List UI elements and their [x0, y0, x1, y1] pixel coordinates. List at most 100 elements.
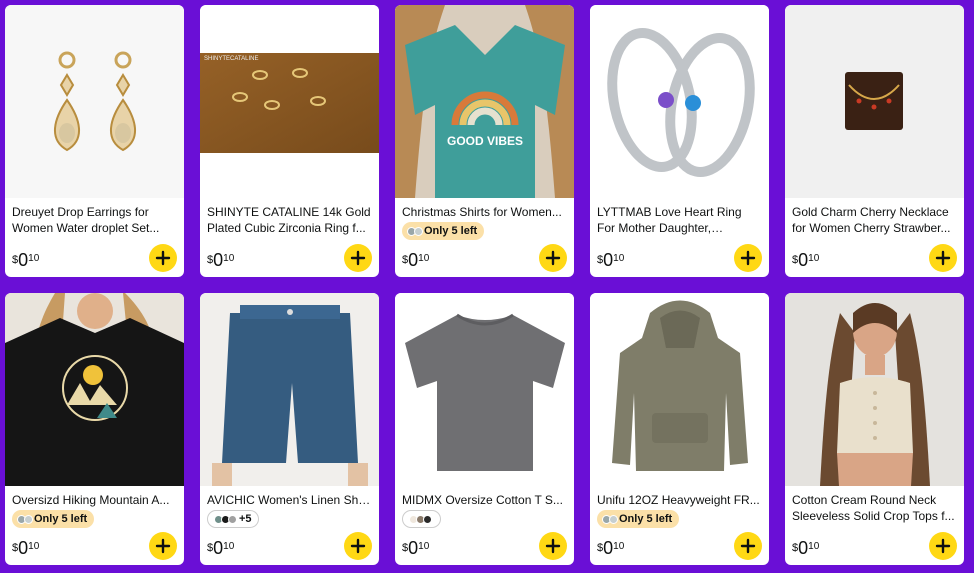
product-card[interactable]: Cotton Cream Round Neck Sleeveless Solid…	[785, 293, 964, 565]
product-price: $010	[207, 251, 234, 269]
product-image[interactable]	[785, 293, 964, 486]
price-whole: 0	[408, 538, 419, 558]
hoodie-image	[612, 300, 748, 471]
color-dots-icon	[602, 514, 618, 524]
add-to-cart-button[interactable]	[734, 244, 762, 272]
plus-icon	[935, 538, 951, 554]
product-image[interactable]	[5, 293, 184, 486]
product-image[interactable]	[200, 293, 379, 486]
more-colors-count: +5	[239, 513, 252, 525]
add-to-cart-button[interactable]	[539, 244, 567, 272]
badge-text: Only 5 left	[424, 225, 478, 237]
price-whole: 0	[18, 538, 29, 558]
rings-on-wood-image: SHINYTECATALINE	[200, 53, 379, 153]
product-title[interactable]: MIDMX Oversize Cotton T S...	[402, 492, 567, 508]
image-caption: SHINYTECATALINE	[204, 56, 258, 62]
product-card[interactable]: Oversizd Hiking Mountain A... Only 5 lef…	[5, 293, 184, 565]
product-image[interactable]: SHINYTECATALINE	[200, 5, 379, 198]
plus-icon	[740, 538, 756, 554]
price-fraction: 10	[613, 541, 625, 552]
price-whole: 0	[603, 538, 614, 558]
price-fraction: 10	[223, 253, 235, 264]
product-title[interactable]: Dreuyet Drop Earrings for Women Water dr…	[12, 204, 177, 236]
product-image[interactable]	[785, 5, 964, 198]
product-title[interactable]: Gold Charm Cherry Necklace for Women Che…	[792, 204, 957, 236]
product-price: $010	[402, 539, 429, 557]
price-fraction: 10	[418, 253, 430, 264]
add-to-cart-button[interactable]	[929, 244, 957, 272]
add-to-cart-button[interactable]	[734, 532, 762, 560]
product-title[interactable]: Christmas Shirts for Women...	[402, 204, 567, 220]
price-whole: 0	[603, 250, 614, 270]
product-price: $010	[12, 251, 39, 269]
product-image[interactable]	[395, 293, 574, 486]
good-vibes-tshirt-image: GOOD VIBES	[395, 5, 574, 198]
add-to-cart-button[interactable]	[929, 532, 957, 560]
plus-icon	[350, 250, 366, 266]
price-fraction: 10	[28, 541, 40, 552]
crop-top-image	[820, 303, 930, 486]
product-image[interactable]: GOOD VIBES	[395, 5, 574, 198]
product-card[interactable]: SHINYTECATALINE SHINYTE CATALINE 14k Gol…	[200, 5, 379, 277]
product-price: $010	[207, 539, 234, 557]
price-whole: 0	[18, 250, 29, 270]
product-card[interactable]: GOOD VIBES Christmas Shirts for Women...…	[395, 5, 574, 277]
color-dots-icon	[409, 514, 432, 524]
product-image[interactable]	[5, 5, 184, 198]
product-image[interactable]	[590, 5, 769, 198]
stock-badge: Only 5 left	[597, 510, 680, 528]
product-title[interactable]: AVICHIC Women's Linen Sho...	[207, 492, 372, 508]
badge-text: Only 5 left	[34, 513, 88, 525]
product-card[interactable]: Dreuyet Drop Earrings for Women Water dr…	[5, 5, 184, 277]
plus-icon	[545, 538, 561, 554]
product-card[interactable]: MIDMX Oversize Cotton T S... $010	[395, 293, 574, 565]
badge-text: Only 5 left	[619, 513, 673, 525]
color-swatch-group[interactable]	[402, 510, 441, 528]
product-price: $010	[792, 539, 819, 557]
image-text: GOOD VIBES	[447, 134, 523, 148]
plus-icon	[155, 538, 171, 554]
add-to-cart-button[interactable]	[344, 244, 372, 272]
plus-icon	[350, 538, 366, 554]
color-dots-icon	[17, 514, 33, 524]
price-whole: 0	[798, 250, 809, 270]
product-price: $010	[12, 539, 39, 557]
gray-tshirt-image	[405, 313, 565, 471]
plus-icon	[935, 250, 951, 266]
product-price: $010	[597, 539, 624, 557]
price-fraction: 10	[223, 541, 235, 552]
product-image[interactable]	[590, 293, 769, 486]
add-to-cart-button[interactable]	[149, 532, 177, 560]
product-title[interactable]: LYTTMAB Love Heart Ring For Mother Daugh…	[597, 204, 762, 236]
product-card[interactable]: Gold Charm Cherry Necklace for Women Che…	[785, 5, 964, 277]
product-card[interactable]: Unifu 12OZ Heavyweight FR... Only 5 left…	[590, 293, 769, 565]
heart-rings-image	[607, 28, 755, 177]
price-fraction: 10	[808, 541, 820, 552]
color-swatch-group[interactable]: +5	[207, 510, 259, 528]
product-price: $010	[597, 251, 624, 269]
price-fraction: 10	[613, 253, 625, 264]
product-title[interactable]: Cotton Cream Round Neck Sleeveless Solid…	[792, 492, 957, 524]
cherry-necklace-image	[845, 72, 903, 130]
product-price: $010	[792, 251, 819, 269]
plus-icon	[155, 250, 171, 266]
price-whole: 0	[213, 250, 224, 270]
price-whole: 0	[408, 250, 419, 270]
product-price: $010	[402, 251, 429, 269]
product-card[interactable]: AVICHIC Women's Linen Sho... +5 $010	[200, 293, 379, 565]
add-to-cart-button[interactable]	[344, 532, 372, 560]
color-dots-icon	[407, 226, 423, 236]
price-fraction: 10	[808, 253, 820, 264]
product-title[interactable]: Unifu 12OZ Heavyweight FR...	[597, 492, 762, 508]
add-to-cart-button[interactable]	[539, 532, 567, 560]
linen-shorts-image	[212, 305, 368, 486]
earrings-image	[53, 51, 137, 152]
product-card[interactable]: LYTTMAB Love Heart Ring For Mother Daugh…	[590, 5, 769, 277]
hiking-tshirt-image	[5, 293, 184, 486]
plus-icon	[740, 250, 756, 266]
product-title[interactable]: SHINYTE CATALINE 14k Gold Plated Cubic Z…	[207, 204, 372, 236]
price-fraction: 10	[418, 541, 430, 552]
price-whole: 0	[213, 538, 224, 558]
add-to-cart-button[interactable]	[149, 244, 177, 272]
product-title[interactable]: Oversizd Hiking Mountain A...	[12, 492, 177, 508]
